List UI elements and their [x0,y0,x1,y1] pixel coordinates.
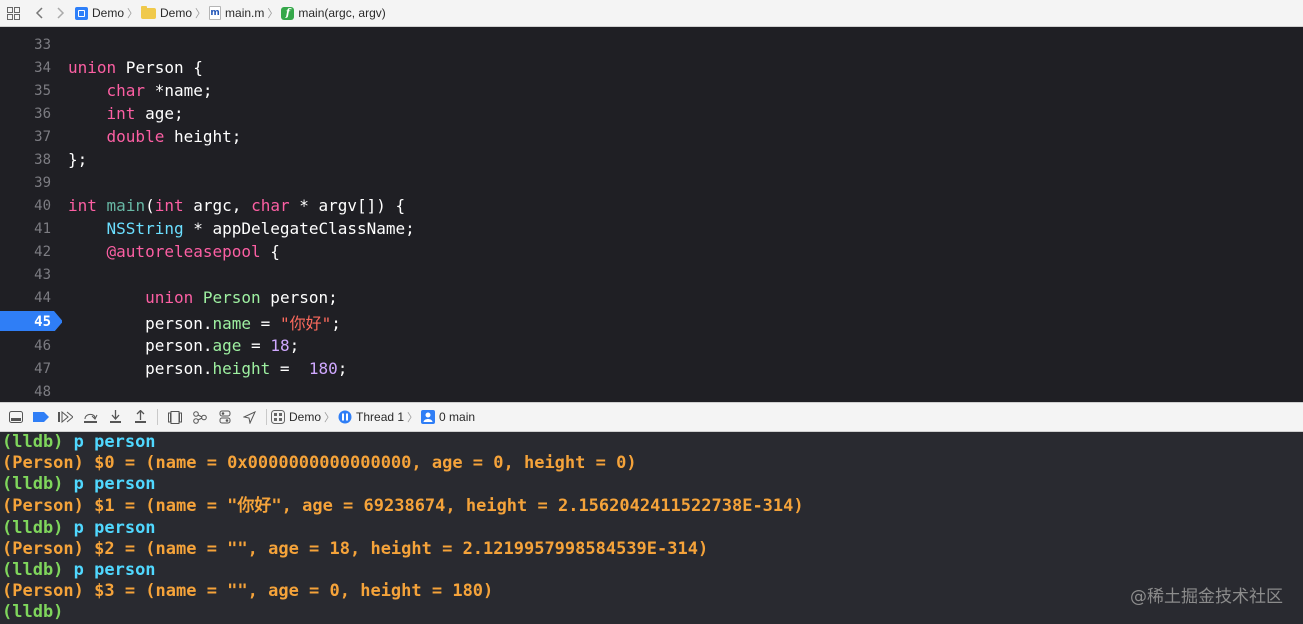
code-line: 39 [0,171,1303,194]
line-number: 40 [34,197,51,214]
line-number: 36 [34,105,51,122]
hide-debug-area-icon[interactable] [3,405,28,429]
source-editor[interactable]: 33 34 union Person { 35 char *name; 36 i… [0,27,1303,402]
scheme-app-icon [271,410,285,424]
chevron-right-icon: 〉 [127,8,139,20]
breakpoints-toggle-icon[interactable] [28,405,53,429]
simulate-location-icon[interactable] [237,405,262,429]
line-number: 44 [34,289,51,306]
line-number: 39 [34,174,51,191]
line-number: 34 [34,59,51,76]
step-over-icon[interactable] [78,405,103,429]
code-text: person.height = 180; [68,359,348,378]
code-line: 42 @autoreleasepool { [0,240,1303,263]
line-number: 45 [34,313,51,330]
step-out-icon[interactable] [128,405,153,429]
code-text: union Person person; [145,288,338,307]
chevron-right-icon: 〉 [407,412,419,424]
continue-icon[interactable] [53,405,78,429]
view-hierarchy-icon[interactable] [162,405,187,429]
stack-frame-user-icon [421,410,436,424]
debug-breadcrumb-scheme[interactable]: Demo [271,410,321,424]
breadcrumb-file[interactable]: m main.m [209,2,264,24]
breadcrumb-function[interactable]: f main(argc, argv) [281,2,386,24]
code-line: 43 [0,263,1303,286]
code-text: int main(int argc, char * argv[]) { [68,196,406,215]
code-text: person.name = "你好"; [68,313,341,333]
breadcrumb-label: Demo [92,6,125,20]
step-into-icon[interactable] [103,405,128,429]
forward-chevron-icon[interactable] [50,2,72,24]
code-line: 46 person.age = 18; [0,334,1303,357]
scheme-label: Demo [289,410,322,424]
code-text: }; [68,150,88,169]
jump-bar: Demo 〉 Demo 〉 m main.m 〉 f main(argc, ar… [0,0,1303,27]
line-number: 42 [34,243,51,260]
code-line: 47 person.height = 180; [0,357,1303,380]
code-line-current: 45 person.name = "你好"; [0,310,1303,333]
code-text: char *name; [106,81,213,100]
console-line: (lldb) p person [2,560,156,580]
line-number: 35 [34,82,51,99]
thread-label: Thread 1 [356,410,405,424]
console-line: (lldb) p person [2,432,156,452]
code-line: 40 int main(int argc, char * argv[]) { [0,194,1303,217]
line-number: 47 [34,360,51,377]
project-icon [75,6,88,20]
console-line: (lldb) p person [2,474,156,494]
code-text: person.age = 18; [68,336,300,355]
code-text: double height; [106,127,242,146]
related-items-grid-icon[interactable] [2,2,24,24]
code-line: 38 }; [0,148,1303,171]
console-output: (Person) $1 = (name = "你好", age = 692386… [2,496,804,516]
debug-breadcrumb-thread[interactable]: Thread 1 [338,410,404,424]
code-line: 34 union Person { [0,56,1303,79]
chevron-right-icon: 〉 [195,8,207,20]
divider [266,409,267,425]
console-line: (lldb) [2,602,64,622]
console-output: (Person) $3 = (name = "", age = 0, heigh… [2,581,494,601]
thread-icon [338,410,352,424]
console-output: (Person) $0 = (name = 0x0000000000000000… [2,453,637,473]
objc-file-icon: m [209,6,222,20]
code-line: 35 char *name; [0,79,1303,102]
environment-overrides-icon[interactable] [212,405,237,429]
line-number: 46 [34,337,51,354]
breadcrumb-label: Demo [160,6,193,20]
function-icon: f [281,6,295,20]
code-line: 33 [0,33,1303,56]
memory-graph-icon[interactable] [187,405,212,429]
back-chevron-icon[interactable] [28,2,50,24]
console-line: (lldb) p person [2,518,156,538]
folder-icon [141,5,157,19]
console-output: (Person) $2 = (name = "", age = 18, heig… [2,539,709,559]
lldb-console[interactable]: (lldb) p person (Person) $0 = (name = 0x… [0,432,1303,624]
code-line: 48 [0,380,1303,402]
line-number: 41 [34,220,51,237]
line-number: 37 [34,128,51,145]
breadcrumb-label: main.m [225,6,265,20]
code-text: union Person { [68,58,203,77]
line-number: 43 [34,266,51,283]
breadcrumb-folder[interactable]: Demo [141,2,192,24]
watermark: @稀土掘金技术社区 [1130,587,1283,607]
code-text: @autoreleasepool { [106,242,280,261]
chevron-right-icon: 〉 [267,8,279,20]
line-number: 33 [34,36,51,53]
code-text: int age; [106,104,184,123]
divider [157,409,158,425]
code-line: 37 double height; [0,125,1303,148]
debug-breadcrumb-frame[interactable]: 0 main [421,410,475,424]
line-number: 48 [34,383,51,400]
chevron-right-icon: 〉 [324,412,336,424]
frame-label: 0 main [439,410,476,424]
debug-bar: Demo 〉 Thread 1 〉 0 main [0,402,1303,432]
code-text: NSString * appDelegateClassName; [106,219,415,238]
breadcrumb-label: main(argc, argv) [298,6,386,20]
line-number: 38 [34,151,51,168]
code-line: 41 NSString * appDelegateClassName; [0,217,1303,240]
code-line: 44 union Person person; [0,286,1303,309]
breadcrumb-project[interactable]: Demo [75,2,124,24]
code-line: 36 int age; [0,102,1303,125]
